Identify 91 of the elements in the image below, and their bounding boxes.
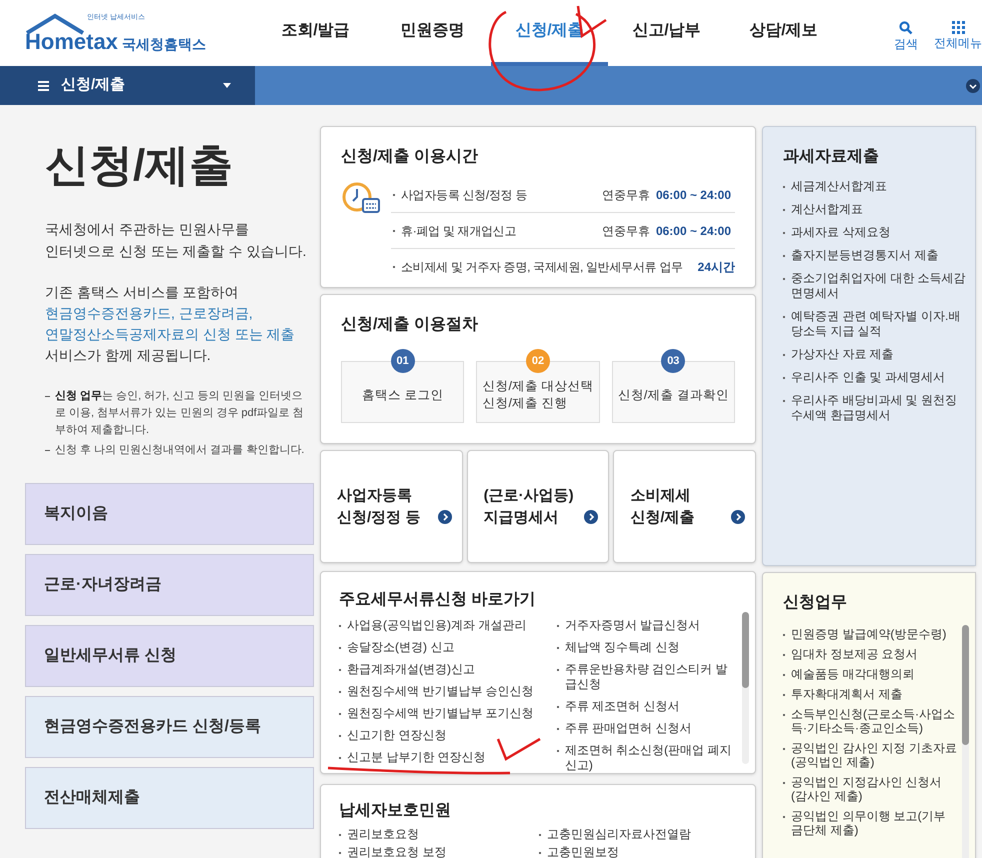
check-mark-annotation bbox=[496, 735, 542, 761]
service-tile[interactable]: 소비제세 신청/제출 bbox=[613, 450, 756, 563]
chevron-right-icon bbox=[584, 510, 598, 524]
list-link[interactable]: 원천징수세액 반기별납부 포기신청 bbox=[347, 706, 534, 721]
list-link[interactable]: 원천징수세액 반기별납부 승인신청 bbox=[347, 684, 534, 699]
nav-tab[interactable]: 민원증명 bbox=[374, 0, 491, 66]
chevron-right-icon bbox=[731, 510, 746, 524]
list-link[interactable]: 과세자료 삭제요청 bbox=[791, 225, 890, 240]
clock-calendar-icon bbox=[341, 181, 381, 215]
list-link[interactable]: 출자지분등변경통지서 제출 bbox=[791, 248, 938, 263]
hours-time: 06:00 ~ 24:00 bbox=[656, 186, 732, 204]
list-link[interactable]: 소득부인신청(근로소득·사업소득·기타소득·종교인소득) bbox=[791, 707, 957, 735]
nav-tab[interactable]: 조회/발급 bbox=[257, 0, 374, 66]
list-link[interactable]: 투자확대계획서 제출 bbox=[791, 687, 902, 701]
service-tile[interactable]: (근로·사업등) 지급명세서 bbox=[466, 450, 610, 563]
note-text: 신청 업무는 승인, 허가, 신고 등의 민원을 인터넷으로 이용, 첨부서류가 있는 민원의 경우 pdf파일로 첨부하여 제출합니다. bbox=[55, 389, 305, 438]
step-label: 신청/제출 결과확인 bbox=[618, 386, 729, 404]
list-link[interactable]: 우리사주 배당비과세 및 원천징수세액 환급명세서 bbox=[791, 393, 967, 423]
menu-button[interactable]: 복지이음 bbox=[25, 483, 314, 545]
list-link[interactable]: 제조면허 취소신청(판매업 폐지신고) bbox=[564, 743, 737, 773]
service-link[interactable]: 연말정산소득공제자료의 신청 또는 제출 bbox=[45, 324, 312, 345]
card-title: 신청/제출 이용시간 bbox=[341, 147, 479, 167]
card-title: 신청업무 bbox=[783, 593, 848, 613]
list-link[interactable]: 가상자산 자료 제출 bbox=[791, 347, 894, 362]
list-link[interactable]: 임대차 정보제공 요청서 bbox=[791, 647, 918, 661]
list-link[interactable]: 공익법인 의무이행 보고(기부금단체 제출) bbox=[791, 809, 957, 837]
list-link[interactable]: 예탁증권 관련 예탁자별 이자.배당소득 지급 실적 bbox=[791, 309, 967, 339]
hours-note: 연중무휴 bbox=[602, 222, 650, 240]
list-link[interactable]: 체납액 징수특례 신청 bbox=[564, 640, 680, 655]
list-link[interactable]: 우리사주 인출 및 과세명세서 bbox=[791, 370, 946, 385]
step-label: 신청/제출 대상선택 신청/제출 진행 bbox=[482, 378, 594, 412]
hours-label: 휴·폐업 및 재개업신고 bbox=[401, 222, 518, 240]
service-tile[interactable]: 사업자등록 신청/정정 등 bbox=[320, 450, 463, 563]
hours-note: 연중무휴 bbox=[602, 186, 650, 204]
list-link[interactable]: 신고기한 연장신청 bbox=[347, 728, 446, 743]
intro-text: 서비스가 함께 제공됩니다. bbox=[45, 346, 212, 365]
card-title: 신청/제출 이용절차 bbox=[341, 315, 479, 335]
list-link[interactable]: 권리보호요청 보정 bbox=[347, 845, 446, 858]
search-icon bbox=[899, 21, 913, 35]
scrollbar[interactable] bbox=[742, 612, 749, 764]
card-title: 과세자료제출 bbox=[783, 147, 880, 167]
section-dropdown[interactable]: 신청/제출 bbox=[0, 66, 255, 105]
menu-button[interactable]: 근로·자녀장려금 bbox=[25, 554, 314, 616]
list-link[interactable]: 공익법인 감사인 지정 기초자료(공익법인 제출) bbox=[791, 741, 957, 769]
hours-time: 06:00 ~ 24:00 bbox=[656, 222, 732, 240]
list-link[interactable]: 공익법인 지정감사인 신청서(감사인 제출) bbox=[791, 775, 957, 803]
list-link[interactable]: 사업용(공익법인용)계좌 개설관리 bbox=[347, 618, 526, 633]
dash-icon bbox=[45, 396, 50, 397]
list-link[interactable]: 예술품등 매각대행의뢰 bbox=[791, 667, 914, 681]
scrollbar[interactable] bbox=[962, 625, 969, 858]
nav-tab[interactable]: 신고/납부 bbox=[608, 0, 725, 66]
card-title: 주요세무서류신청 바로가기 bbox=[339, 590, 536, 610]
grid-menu-icon bbox=[952, 21, 964, 34]
list-link[interactable]: 환급계좌개설(변경)신고 bbox=[347, 662, 475, 677]
list-link[interactable]: 권리보호요청 bbox=[347, 827, 419, 842]
list-link[interactable]: 중소기업취업자에 대한 소득세감면명세서 bbox=[791, 271, 967, 301]
menu-button[interactable]: 현금영수증전용카드 신청/등록 bbox=[25, 696, 314, 758]
step-label: 홈택스 로그인 bbox=[362, 386, 444, 404]
hours-label: 사업자등록 신청/정정 등 bbox=[401, 186, 528, 204]
intro-text: 기존 홈택스 서비스를 포함하여 bbox=[45, 283, 240, 302]
menu-button[interactable]: 전산매체제출 bbox=[25, 767, 314, 829]
service-link[interactable]: 현금영수증전용카드, 근로장려금, bbox=[45, 303, 312, 324]
note-text: 신청 후 나의 민원신청내역에서 결과를 확인합니다. bbox=[55, 443, 304, 458]
search-button[interactable]: 검색 bbox=[894, 21, 918, 53]
list-link[interactable]: 고충민원심리자료사전열람 bbox=[547, 827, 691, 842]
caret-down-icon bbox=[223, 83, 231, 88]
list-link[interactable]: 거주자증명서 발급신청서 bbox=[564, 618, 700, 633]
intro-text: 국세청에서 주관하는 민원사무를 인터넷으로 신청 또는 제출할 수 있습니다. bbox=[45, 220, 308, 261]
hours-label: 소비제세 및 거주자 증명, 국제세원, 일반세무서류 업무 bbox=[401, 259, 684, 276]
list-link[interactable]: 송달장소(변경) 신고 bbox=[347, 640, 454, 655]
menu-button[interactable]: 일반세무서류 신청 bbox=[25, 625, 314, 687]
list-link[interactable]: 계산서합계표 bbox=[791, 202, 863, 217]
step-number: 01 bbox=[390, 349, 415, 373]
list-link[interactable]: 고충민원보정 bbox=[547, 845, 619, 858]
list-link[interactable]: 주류 제조면허 신청서 bbox=[564, 699, 680, 714]
list-link[interactable]: 민원증명 발급예약(방문수령) bbox=[791, 627, 946, 641]
list-link[interactable]: 주류 판매업면허 신청서 bbox=[564, 721, 692, 736]
menu-icon bbox=[38, 80, 49, 90]
step-number: 03 bbox=[661, 349, 686, 373]
step-number: 02 bbox=[526, 349, 550, 373]
list-link[interactable]: 주류운반용차량 검인스티커 발급신청 bbox=[564, 662, 737, 692]
all-menu-button[interactable]: 전체메뉴 bbox=[934, 21, 982, 53]
chevron-right-icon bbox=[438, 510, 452, 524]
page-title: 신청/제출 bbox=[45, 144, 234, 188]
hours-time: 24시간 bbox=[698, 259, 735, 276]
nav-tab[interactable]: 상담/제보 bbox=[725, 0, 842, 66]
list-link[interactable]: 세금계산서합계표 bbox=[791, 179, 887, 194]
list-link[interactable]: 신고분 납부기한 연장신청 bbox=[347, 750, 486, 765]
chevron-down-icon[interactable] bbox=[966, 78, 980, 92]
card-title: 납세자보호민원 bbox=[339, 801, 452, 821]
dash-icon bbox=[45, 450, 50, 451]
